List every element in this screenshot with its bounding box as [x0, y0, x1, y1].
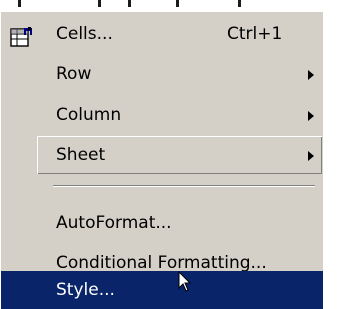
menu-item-sheet[interactable]: Sheet — [1, 136, 323, 174]
submenu-arrow-icon — [308, 111, 314, 121]
format-menu: Cells... Ctrl+1 Row Column Sheet AutoFor… — [0, 12, 324, 309]
menu-item-shortcut: Ctrl+1 — [227, 24, 283, 44]
menu-item-label: Sheet — [56, 145, 106, 165]
menu-item-label: Style... — [56, 280, 115, 300]
format-cells-icon — [10, 24, 36, 47]
menu-item-autoformat[interactable]: AutoFormat... — [1, 204, 323, 242]
toolbar-fragment — [98, 0, 101, 7]
toolbar-fragment — [176, 0, 179, 7]
mouse-pointer-icon — [178, 270, 192, 293]
toolbar-fragment — [128, 0, 131, 7]
menu-item-label: Row — [56, 64, 92, 84]
menu-item-cells[interactable]: Cells... Ctrl+1 — [1, 15, 323, 53]
submenu-arrow-icon — [308, 151, 314, 161]
menu-edge — [323, 12, 339, 306]
menu-separator — [53, 185, 315, 187]
menu-item-style[interactable]: Style... — [1, 271, 323, 309]
menu-bar-strip — [0, 0, 339, 12]
submenu-arrow-icon — [308, 70, 314, 80]
menu-item-label: Cells... — [56, 24, 113, 44]
toolbar-fragment — [18, 0, 21, 7]
menu-item-label: Column — [56, 105, 122, 125]
toolbar-fragment — [238, 0, 241, 7]
menu-item-row[interactable]: Row — [1, 55, 323, 93]
menu-item-column[interactable]: Column — [1, 96, 323, 134]
menu-item-label: AutoFormat... — [56, 213, 172, 233]
